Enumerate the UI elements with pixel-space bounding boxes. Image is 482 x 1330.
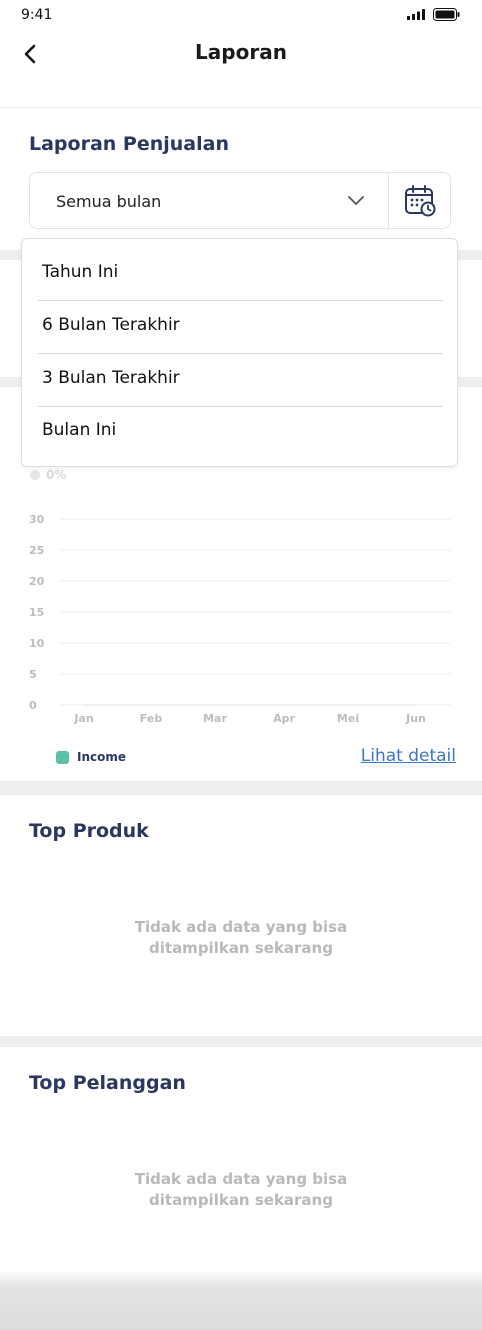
x-tick-label: Jan (73, 712, 93, 725)
y-tick-label: 10 (29, 637, 45, 650)
empty-text-line: Tidak ada data yang bisa (134, 1170, 348, 1188)
status-icons (407, 8, 460, 21)
empty-text-line: ditampilkan sekarang (149, 1191, 333, 1209)
app-header: Laporan (0, 32, 482, 108)
y-tick-label: 5 (29, 668, 37, 681)
page-title: Laporan (195, 40, 287, 64)
y-tick-label: 30 (29, 513, 45, 526)
dropdown-option-last-6-months[interactable]: 6 Bulan Terakhir (38, 298, 443, 351)
status-time: 9:41 (21, 7, 53, 23)
top-customers-title: Top Pelanggan (29, 1072, 186, 1094)
empty-text-line: ditampilkan sekarang (149, 939, 333, 957)
calendar-filter-button[interactable] (388, 172, 451, 229)
y-tick-label: 25 (29, 544, 44, 557)
sales-report-title: Laporan Penjualan (29, 133, 229, 155)
month-select[interactable]: Semua bulan (29, 172, 391, 229)
view-detail-link[interactable]: Lihat detail (361, 746, 456, 766)
income-chart: 0% 0 5 10 15 20 25 30 Jan Feb Mar Apr Mei Jun (0, 460, 482, 780)
income-chart-svg: 0% 0 5 10 15 20 25 30 Jan Feb Mar Apr Mei Jun (29, 468, 451, 725)
x-tick-label: Apr (273, 712, 295, 725)
signal-icon (407, 9, 425, 20)
y-tick-label: 20 (29, 575, 45, 588)
calendar-clock-icon (404, 184, 435, 216)
month-dropdown-menu: Tahun Ini 6 Bulan Terakhir 3 Bulan Terak… (21, 238, 458, 467)
chart-legend: Income (56, 750, 126, 764)
chevron-down-icon (348, 196, 364, 205)
section-divider (0, 1036, 482, 1047)
status-bar: 9:41 (0, 0, 482, 32)
top-customers-empty-state: Tidak ada data yang bisa ditampilkan sek… (0, 1169, 482, 1211)
chart-hint-icon (30, 470, 40, 480)
dropdown-option-this-year[interactable]: Tahun Ini (38, 245, 443, 298)
empty-text-line: Tidak ada data yang bisa (134, 918, 348, 936)
legend-swatch (56, 750, 69, 764)
y-tick-label: 0 (29, 699, 37, 712)
top-products-title: Top Produk (29, 820, 149, 842)
y-tick-label: 15 (29, 606, 44, 619)
section-divider (0, 781, 482, 795)
battery-icon (433, 8, 460, 21)
dropdown-option-last-3-months[interactable]: 3 Bulan Terakhir (38, 351, 443, 404)
legend-label: Income (77, 750, 127, 764)
dropdown-option-this-month[interactable]: Bulan Ini (38, 403, 443, 456)
x-tick-label: Jun (405, 712, 426, 725)
x-tick-label: Mar (203, 712, 227, 725)
chart-hint-label: 0% (46, 468, 66, 482)
month-select-value: Semua bulan (56, 192, 162, 211)
bottom-fade (0, 1270, 482, 1330)
x-tick-label: Feb (140, 712, 163, 725)
x-tick-label: Mei (337, 712, 359, 725)
top-products-empty-state: Tidak ada data yang bisa ditampilkan sek… (0, 917, 482, 959)
